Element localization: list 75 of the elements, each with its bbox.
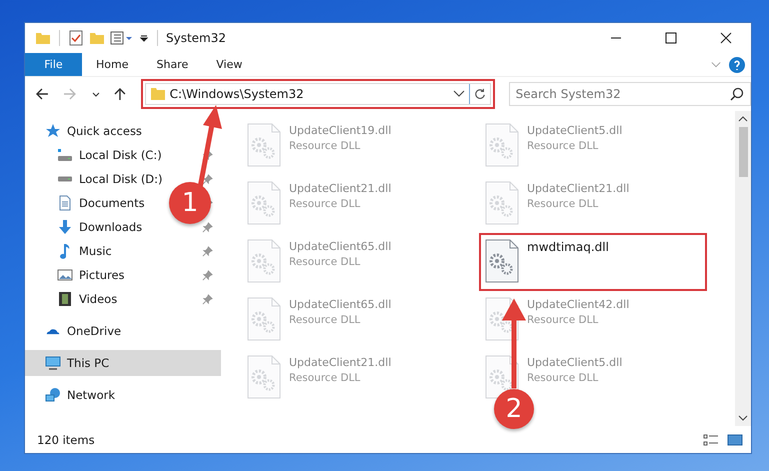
gear-file-icon bbox=[485, 181, 519, 225]
network-icon bbox=[45, 387, 61, 403]
navigation-item[interactable]: Music bbox=[57, 239, 112, 263]
navigation-item[interactable]: This PC bbox=[25, 350, 221, 376]
document-icon bbox=[57, 195, 73, 211]
navigation-item[interactable]: Videos bbox=[57, 287, 118, 311]
file-name: UpdateClient65.dll bbox=[289, 240, 392, 253]
file-name: UpdateClient21.dll bbox=[289, 356, 392, 369]
back-arrow-icon[interactable] bbox=[35, 87, 49, 101]
file-type: Resource DLL bbox=[289, 256, 362, 268]
checklist-icon[interactable] bbox=[68, 30, 84, 46]
file-type: Resource DLL bbox=[289, 198, 362, 210]
details-view-icon[interactable] bbox=[703, 432, 719, 446]
file-type: Resource DLL bbox=[527, 140, 600, 152]
file-type: Resource DLL bbox=[527, 198, 600, 210]
file-name: UpdateClient5.dll bbox=[527, 124, 622, 137]
file-name: UpdateClient65.dll bbox=[289, 298, 392, 311]
file-menu-button[interactable]: File bbox=[25, 53, 82, 76]
refresh-icon[interactable] bbox=[474, 88, 486, 100]
file-name: UpdateClient19.dll bbox=[289, 124, 392, 137]
up-arrow-icon[interactable] bbox=[112, 87, 127, 101]
file-type: Resource DLL bbox=[527, 372, 600, 384]
vertical-scrollbar[interactable] bbox=[735, 111, 751, 426]
maximize-icon bbox=[665, 32, 677, 44]
file-name: UpdateClient21.dll bbox=[289, 182, 392, 195]
address-bar[interactable]: C:\Windows\System32 bbox=[144, 83, 491, 105]
gear-file-icon bbox=[247, 297, 281, 341]
address-path: C:\Windows\System32 bbox=[170, 87, 304, 101]
window-title: System32 bbox=[166, 31, 226, 45]
cloud-icon bbox=[45, 327, 61, 335]
file-name: mwdtimaq.dll bbox=[527, 240, 609, 254]
search-field[interactable]: Search System32 bbox=[508, 82, 751, 106]
gear-file-icon bbox=[247, 355, 281, 399]
close-icon bbox=[720, 32, 732, 44]
folder-icon bbox=[150, 86, 166, 102]
dropdown-icon[interactable] bbox=[139, 33, 149, 43]
file-type: Resource DLL bbox=[289, 140, 362, 152]
item-count: 120 items bbox=[37, 432, 95, 446]
gear-file-icon bbox=[247, 181, 281, 225]
gear-file-icon bbox=[485, 239, 519, 283]
gear-file-icon bbox=[485, 123, 519, 167]
ribbon-tab[interactable]: Share bbox=[142, 53, 202, 76]
navigation-item[interactable]: OneDrive bbox=[45, 319, 122, 343]
navigation-item[interactable]: Local Disk (C:) bbox=[57, 143, 162, 167]
large-icons-view-icon[interactable] bbox=[727, 432, 743, 446]
help-icon[interactable] bbox=[729, 56, 745, 72]
ribbon-tab[interactable]: View bbox=[202, 53, 256, 76]
drive-icon bbox=[57, 175, 73, 183]
pictures-icon bbox=[57, 267, 73, 283]
search-icon[interactable] bbox=[730, 87, 744, 101]
file-type: Resource DLL bbox=[527, 314, 600, 326]
properties-icon[interactable] bbox=[110, 30, 134, 46]
monitor-icon bbox=[45, 355, 61, 371]
file-type: Resource DLL bbox=[289, 372, 362, 384]
film-icon bbox=[57, 291, 73, 307]
gear-file-icon bbox=[247, 239, 281, 283]
scroll-down-icon[interactable] bbox=[738, 415, 748, 421]
navigation-item[interactable]: Network bbox=[45, 383, 116, 407]
star-icon bbox=[45, 123, 61, 139]
ribbon-tab[interactable]: Home bbox=[82, 53, 142, 76]
download-icon bbox=[57, 219, 73, 235]
navigation-item[interactable]: Downloads bbox=[57, 215, 142, 239]
navigation-item[interactable]: Pictures bbox=[57, 263, 125, 287]
file-name: UpdateClient5.dll bbox=[527, 356, 622, 369]
file-type: Resource DLL bbox=[289, 314, 362, 326]
scroll-up-icon[interactable] bbox=[738, 116, 748, 122]
navigation-item[interactable]: Quick access bbox=[45, 119, 142, 143]
file-item[interactable]: mwdtimaq.dll bbox=[479, 233, 707, 291]
gear-file-icon bbox=[247, 123, 281, 167]
file-name: UpdateClient42.dll bbox=[527, 298, 630, 311]
scrollbar-thumb[interactable] bbox=[738, 127, 748, 177]
navigation-item[interactable]: Local Disk (D:) bbox=[57, 167, 163, 191]
file-name: UpdateClient21.dll bbox=[527, 182, 630, 195]
drive-icon bbox=[57, 147, 73, 163]
navigation-item[interactable]: Documents bbox=[57, 191, 145, 215]
